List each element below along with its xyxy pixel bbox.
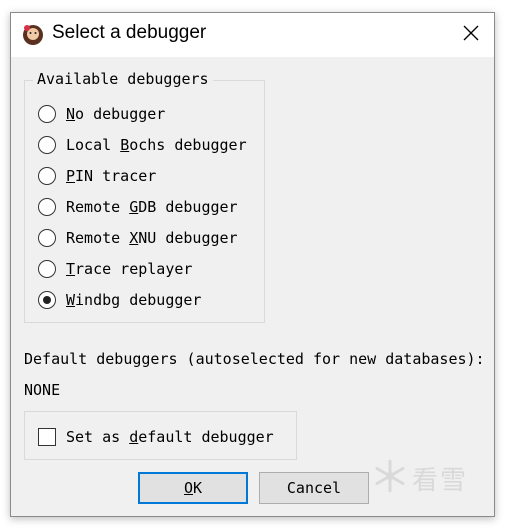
close-icon [463, 25, 479, 45]
radio-trace-replayer[interactable]: Trace replayer [38, 257, 192, 281]
radio-no-debugger[interactable]: No debugger [38, 102, 165, 126]
snowflake-icon [372, 458, 408, 498]
radio-button[interactable] [38, 229, 56, 247]
radio-local-bochs-debugger[interactable]: Local Bochs debugger [38, 133, 247, 157]
debugger-dialog: Select a debugger Available debuggers No… [10, 12, 495, 517]
radio-pin-tracer[interactable]: PIN tracer [38, 164, 156, 188]
radio-button[interactable] [38, 260, 56, 278]
radio-remote-gdb-debugger[interactable]: Remote GDB debugger [38, 195, 238, 219]
watermark: 看雪 [372, 458, 482, 498]
radio-label: Remote GDB debugger [66, 198, 238, 216]
set-default-checkbox[interactable] [38, 428, 56, 446]
title-bar: Select a debugger [11, 13, 494, 57]
ida-icon [21, 22, 45, 46]
window-title: Select a debugger [52, 22, 207, 43]
set-default-checkbox-row[interactable]: Set as default debugger [38, 425, 274, 449]
radio-label: Local Bochs debugger [66, 136, 247, 154]
close-button[interactable] [448, 13, 494, 57]
watermark-text: 看雪 [412, 465, 469, 496]
radio-button-selected[interactable] [38, 291, 56, 309]
default-debuggers-value: NONE [24, 381, 61, 399]
radio-label: Remote XNU debugger [66, 229, 238, 247]
set-default-label: Set as default debugger [66, 428, 274, 446]
radio-label: Trace replayer [66, 260, 193, 278]
radio-button[interactable] [38, 105, 56, 123]
radio-button[interactable] [38, 167, 56, 185]
radio-button[interactable] [38, 198, 56, 216]
ok-button[interactable]: OK [138, 472, 248, 504]
default-debuggers-label: Default debuggers (autoselected for new … [24, 350, 485, 368]
radio-remote-xnu-debugger[interactable]: Remote XNU debugger [38, 226, 238, 250]
radio-label: No debugger [66, 105, 166, 123]
available-debuggers-legend: Available debuggers [33, 70, 213, 88]
radio-windbg-debugger[interactable]: Windbg debugger [38, 288, 201, 312]
radio-button[interactable] [38, 136, 56, 154]
radio-label: PIN tracer [66, 167, 157, 185]
radio-label: Windbg debugger [66, 291, 202, 309]
cancel-button[interactable]: Cancel [259, 472, 369, 504]
